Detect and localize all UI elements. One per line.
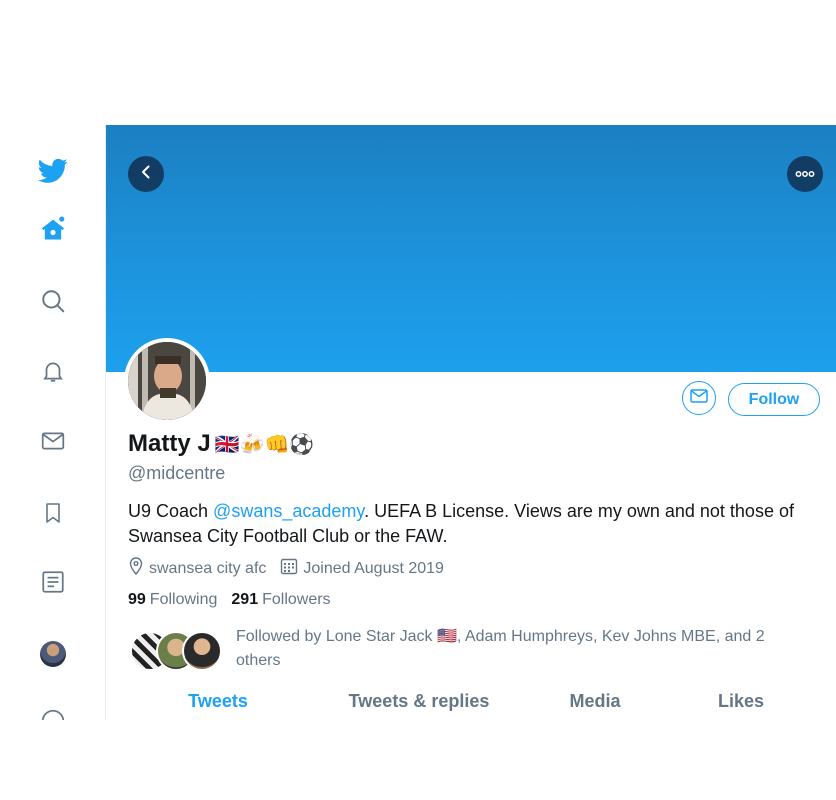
account-avatar[interactable] — [40, 641, 66, 667]
bio-prefix: U9 Coach — [128, 501, 214, 521]
follower-avatar — [182, 631, 222, 671]
location-item: swansea city afc — [128, 557, 266, 580]
sidebar-nav — [0, 125, 106, 720]
more-dots-icon — [795, 165, 815, 183]
back-button[interactable] — [128, 156, 164, 192]
envelope-icon — [690, 388, 708, 408]
followers-count: 291 — [231, 591, 259, 608]
home-icon[interactable] — [37, 213, 69, 245]
location-pin-icon — [128, 557, 149, 580]
profile-banner — [106, 125, 836, 372]
profile-photo[interactable] — [124, 338, 210, 424]
twitter-bird-icon[interactable] — [37, 155, 69, 187]
followers-label: Followers — [262, 591, 331, 608]
followed-by-avatars[interactable] — [130, 631, 222, 671]
follow-counts: 99 Following 291 Followers — [128, 591, 345, 609]
message-button[interactable] — [682, 381, 716, 415]
profile-name-row: Matty J 🇬🇧🍻👊⚽ — [128, 430, 314, 458]
profile-handle: @midcentre — [128, 463, 226, 483]
profile-meta: swansea city afc Joined August 2019 — [128, 557, 458, 580]
following-label: Following — [149, 591, 218, 608]
profile-bio: U9 Coach @swans_academy. UEFA B License.… — [128, 499, 828, 549]
follow-button[interactable]: Follow — [728, 383, 820, 416]
bio-mention-link[interactable]: @swans_academy — [213, 501, 364, 521]
messages-envelope-icon[interactable] — [37, 425, 69, 457]
lists-icon[interactable] — [37, 566, 69, 598]
followers-count-link[interactable]: 291 Followers — [231, 591, 330, 609]
following-count: 99 — [128, 591, 146, 608]
following-count-link[interactable]: 99 Following — [128, 591, 217, 609]
tab-likes[interactable]: Likes — [718, 691, 764, 712]
more-options-button[interactable] — [787, 156, 823, 192]
tab-tweets-replies[interactable]: Tweets & replies — [349, 691, 490, 712]
notifications-bell-icon[interactable] — [37, 355, 69, 387]
joined-item: Joined August 2019 — [280, 557, 444, 580]
tab-tweets[interactable]: Tweets — [188, 691, 248, 712]
location-text: swansea city afc — [149, 559, 267, 577]
profile-name: Matty J — [128, 430, 211, 457]
calendar-icon — [280, 557, 303, 580]
profile-tabs: Tweets Tweets & replies Media Likes — [106, 691, 836, 720]
bookmarks-icon[interactable] — [37, 497, 69, 529]
profile-name-emojis: 🇬🇧🍻👊⚽ — [214, 433, 315, 456]
profile-main: Follow Matty J 🇬🇧🍻👊⚽ @midcentre U9 Coach… — [106, 125, 836, 720]
followed-by-text[interactable]: Followed by Lone Star Jack 🇺🇸, Adam Hump… — [236, 625, 796, 673]
tab-media[interactable]: Media — [569, 691, 620, 712]
more-icon[interactable] — [37, 705, 69, 720]
search-icon[interactable] — [37, 285, 69, 317]
joined-text: Joined August 2019 — [303, 559, 444, 577]
chevron-left-icon — [138, 164, 154, 185]
